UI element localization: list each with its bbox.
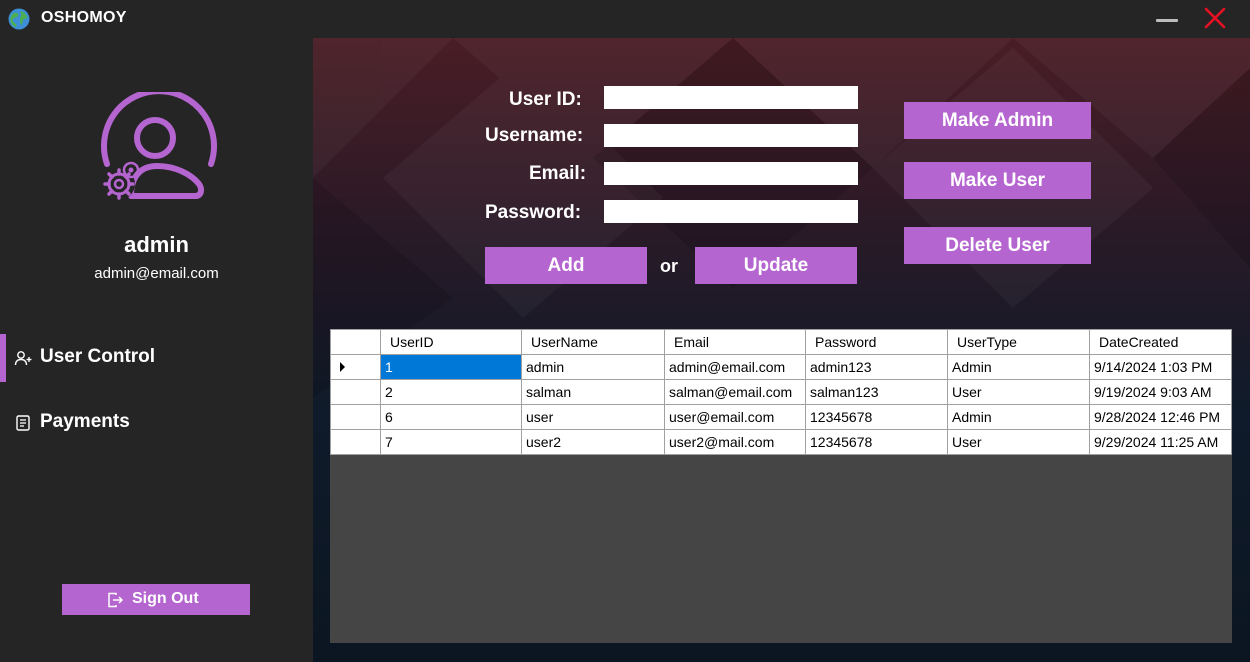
- table-cell[interactable]: user2: [521, 429, 665, 455]
- table-cell[interactable]: salman@email.com: [664, 379, 806, 405]
- sidebar-item-label: User Control: [40, 346, 156, 367]
- table-cell[interactable]: Admin: [947, 404, 1090, 430]
- username-input[interactable]: [604, 124, 858, 147]
- table-cell[interactable]: 12345678: [805, 429, 948, 455]
- or-text: or: [660, 256, 678, 276]
- globe-icon: [8, 8, 30, 30]
- table-cell[interactable]: Admin: [947, 354, 1090, 380]
- table-row[interactable]: 1 admin admin@email.com admin123 Admin 9…: [330, 354, 1232, 380]
- minimize-button[interactable]: [1150, 4, 1184, 34]
- delete-user-button[interactable]: Delete User: [904, 227, 1091, 264]
- close-icon: [1204, 7, 1226, 29]
- table-header-row: UserID UserName Email Password UserType …: [330, 329, 1232, 355]
- table-cell[interactable]: 9/19/2024 9:03 AM: [1089, 379, 1232, 405]
- users-icon: [14, 351, 32, 366]
- sidebar-item-label: Payments: [40, 411, 130, 432]
- column-header-password[interactable]: Password: [805, 329, 948, 355]
- userid-input[interactable]: [604, 86, 858, 109]
- table-cell[interactable]: salman123: [805, 379, 948, 405]
- make-admin-button[interactable]: Make Admin: [904, 102, 1091, 139]
- title-bar: OSHOMOY: [0, 0, 1250, 38]
- table-cell[interactable]: User: [947, 429, 1090, 455]
- table-row[interactable]: 6 user user@email.com 12345678 Admin 9/2…: [330, 404, 1232, 430]
- table-row[interactable]: 7 user2 user2@mail.com 12345678 User 9/2…: [330, 429, 1232, 455]
- table-cell[interactable]: 9/29/2024 11:25 AM: [1089, 429, 1232, 455]
- table-cell[interactable]: 6: [380, 404, 522, 430]
- update-button[interactable]: Update: [695, 247, 857, 284]
- table-cell[interactable]: admin@email.com: [664, 354, 806, 380]
- password-label: Password:: [485, 202, 582, 223]
- table-cell[interactable]: user2@mail.com: [664, 429, 806, 455]
- active-indicator: [0, 334, 6, 382]
- sidebar-item-payments[interactable]: Payments: [0, 399, 313, 447]
- add-button[interactable]: Add: [485, 247, 647, 284]
- table-cell[interactable]: salman: [521, 379, 665, 405]
- receipt-icon: [16, 415, 30, 431]
- password-input[interactable]: [604, 200, 858, 223]
- main-panel: User ID: Username: Email: Password: Add …: [313, 38, 1250, 662]
- current-row-arrow-icon: [340, 362, 345, 372]
- table-cell[interactable]: 9/14/2024 1:03 PM: [1089, 354, 1232, 380]
- table-cell[interactable]: 9/28/2024 12:46 PM: [1089, 404, 1232, 430]
- column-header-email[interactable]: Email: [664, 329, 806, 355]
- sign-out-icon: [108, 592, 123, 608]
- profile-email: admin@email.com: [94, 265, 219, 282]
- column-header-username[interactable]: UserName: [521, 329, 665, 355]
- close-button[interactable]: [1200, 4, 1232, 34]
- column-header-datecreated[interactable]: DateCreated: [1089, 329, 1232, 355]
- column-header-userid[interactable]: UserID: [380, 329, 522, 355]
- table-row[interactable]: 2 salman salman@email.com salman123 User…: [330, 379, 1232, 405]
- table-cell[interactable]: admin: [521, 354, 665, 380]
- userid-label: User ID:: [509, 89, 582, 110]
- table-cell[interactable]: User: [947, 379, 1090, 405]
- admin-user-gear-icon: [101, 92, 217, 200]
- table-cell[interactable]: user@email.com: [664, 404, 806, 430]
- app-window: OSHOMOY admin admin@email.com User Contr…: [0, 0, 1250, 662]
- row-header[interactable]: [330, 379, 381, 405]
- table-cell[interactable]: 2: [380, 379, 522, 405]
- table-cell[interactable]: user: [521, 404, 665, 430]
- username-label: Username:: [485, 125, 584, 146]
- minimize-icon: [1156, 19, 1178, 22]
- column-header-usertype[interactable]: UserType: [947, 329, 1090, 355]
- users-grid[interactable]: UserID UserName Email Password UserType …: [330, 329, 1232, 643]
- email-label: Email:: [529, 163, 587, 184]
- sign-out-button[interactable]: Sign Out: [62, 584, 250, 615]
- make-user-button[interactable]: Make User: [904, 162, 1091, 199]
- users-table: UserID UserName Email Password UserType …: [330, 329, 1232, 455]
- table-corner[interactable]: [330, 329, 381, 355]
- table-cell[interactable]: admin123: [805, 354, 948, 380]
- row-header[interactable]: [330, 354, 381, 380]
- table-cell[interactable]: 7: [380, 429, 522, 455]
- profile-name: admin: [124, 232, 189, 257]
- sidebar: admin admin@email.com User Control Payme…: [0, 38, 313, 662]
- sidebar-item-user-control[interactable]: User Control: [0, 334, 313, 382]
- app-title: OSHOMOY: [41, 9, 127, 26]
- row-header[interactable]: [330, 404, 381, 430]
- table-cell[interactable]: 12345678: [805, 404, 948, 430]
- sign-out-label: Sign Out: [132, 590, 199, 607]
- email-input[interactable]: [604, 162, 858, 185]
- table-cell[interactable]: 1: [380, 354, 522, 380]
- row-header[interactable]: [330, 429, 381, 455]
